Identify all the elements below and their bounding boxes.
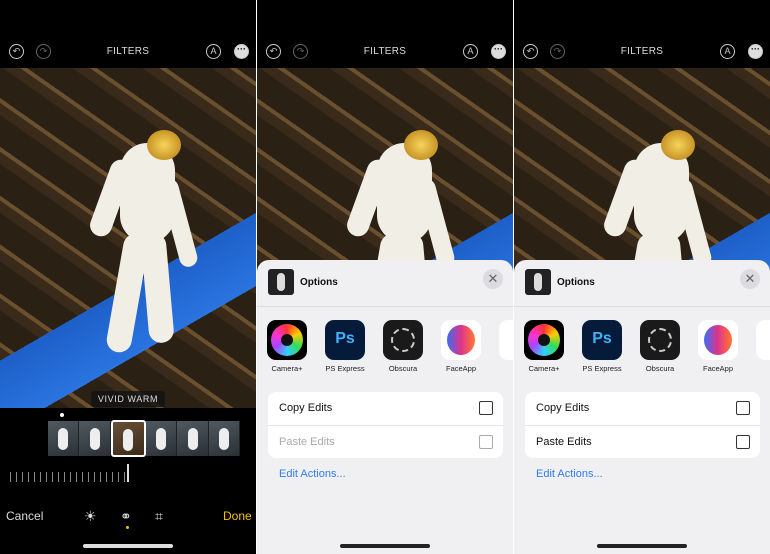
screen-3: ↶ ↷ FILTERS A ··· Options ✕ Camera+ Ps PS … xyxy=(514,0,770,554)
app-obscura[interactable]: Obscura xyxy=(631,320,689,373)
app-obscura[interactable]: Obscura xyxy=(374,320,432,373)
markup-icon[interactable]: A xyxy=(463,44,478,59)
app-ps-express[interactable]: Ps PS Express xyxy=(573,320,631,373)
screen-2: ↶ ↷ FILTERS A ··· Options ✕ Camera+ Ps PS … xyxy=(257,0,513,554)
copy-edits-icon xyxy=(479,401,493,415)
slider-handle[interactable] xyxy=(127,464,129,482)
app-label: Camera+ xyxy=(271,364,303,373)
filter-thumbnail[interactable] xyxy=(110,420,146,457)
screen-1: ↶ ↷ FILTERS A ··· VIVID WARM Cancel ☀ ⚭ … xyxy=(0,0,256,554)
top-bar: ↶ ↷ FILTERS A ··· xyxy=(0,0,256,68)
astronaut-image xyxy=(86,118,200,368)
paste-edits-icon xyxy=(479,435,493,449)
close-button[interactable]: ✕ xyxy=(483,269,503,289)
more-icon[interactable]: ··· xyxy=(491,44,506,59)
copy-edits-icon xyxy=(736,401,750,415)
top-bar: ↶ ↷ FILTERS A ··· xyxy=(257,0,513,68)
paste-edits-icon xyxy=(736,435,750,449)
app-label: Camera+ xyxy=(528,364,560,373)
copy-edits-button[interactable]: Copy Edits xyxy=(268,392,503,425)
actions-card: Copy Edits Paste Edits xyxy=(525,392,760,458)
photo xyxy=(0,68,256,408)
app-faceapp[interactable]: FaceApp xyxy=(689,320,747,373)
more-icon[interactable]: ··· xyxy=(234,44,249,59)
copy-edits-button[interactable]: Copy Edits xyxy=(525,392,760,425)
edit-actions-link[interactable]: Edit Actions... xyxy=(279,468,346,480)
paste-edits-button: Paste Edits xyxy=(268,425,503,458)
more-icon[interactable]: ··· xyxy=(748,44,763,59)
edit-actions-link[interactable]: Edit Actions... xyxy=(536,468,603,480)
options-sheet: Options ✕ Camera+ Ps PS Express Obscura Face… xyxy=(514,260,770,554)
original-indicator-dot xyxy=(60,413,64,417)
app-faceapp[interactable]: FaceApp xyxy=(432,320,490,373)
app-label: PS Express xyxy=(582,364,622,373)
home-indicator xyxy=(340,544,430,548)
action-label: Paste Edits xyxy=(279,436,335,448)
markup-icon[interactable]: A xyxy=(720,44,735,59)
cancel-button[interactable]: Cancel xyxy=(6,509,43,523)
filter-thumbnail[interactable] xyxy=(146,421,178,456)
app-label: Obscura xyxy=(645,364,675,373)
close-button[interactable]: ✕ xyxy=(740,269,760,289)
paste-edits-button[interactable]: Paste Edits xyxy=(525,425,760,458)
app-camera-[interactable]: Camera+ xyxy=(515,320,573,373)
app-camera-[interactable]: Camera+ xyxy=(258,320,316,373)
app-label: Obscura xyxy=(388,364,418,373)
divider xyxy=(514,306,770,307)
photo-thumbnail xyxy=(525,269,551,295)
done-button[interactable]: Done xyxy=(223,509,252,523)
app-label: FaceApp xyxy=(702,364,734,373)
sheet-title: Options xyxy=(300,277,338,288)
action-label: Copy Edits xyxy=(279,402,333,414)
divider xyxy=(257,306,513,307)
actions-card: Copy Edits Paste Edits xyxy=(268,392,503,458)
app-ps-express[interactable]: Ps PS Express xyxy=(316,320,374,373)
markup-icon[interactable]: A xyxy=(206,44,221,59)
app-label: PS Express xyxy=(325,364,365,373)
top-bar: ↶ ↷ FILTERS A ··· xyxy=(514,0,770,68)
active-tool-dot xyxy=(126,526,129,529)
photo-thumbnail xyxy=(268,269,294,295)
options-sheet: Options ✕ Camera+ Ps PS Express Obscura Face… xyxy=(257,260,513,554)
sheet-title: Options xyxy=(557,277,595,288)
filter-thumbnail[interactable] xyxy=(208,421,241,456)
filter-thumbnail[interactable] xyxy=(177,421,209,456)
crop-icon[interactable]: ⌗ xyxy=(155,508,163,525)
filter-name-label: VIVID WARM xyxy=(90,391,166,407)
filter-strip[interactable] xyxy=(48,420,241,457)
app-more[interactable] xyxy=(747,320,770,360)
filter-thumbnail[interactable] xyxy=(79,421,111,456)
filter-thumbnail[interactable] xyxy=(48,421,80,456)
adjust-icon[interactable]: ☀ xyxy=(84,508,97,525)
app-label: FaceApp xyxy=(445,364,477,373)
app-more[interactable] xyxy=(490,320,513,360)
filters-icon[interactable]: ⚭ xyxy=(120,508,132,525)
home-indicator xyxy=(597,544,687,548)
action-label: Paste Edits xyxy=(536,436,592,448)
intensity-slider[interactable] xyxy=(10,472,128,482)
action-label: Copy Edits xyxy=(536,402,590,414)
home-indicator xyxy=(83,544,173,548)
